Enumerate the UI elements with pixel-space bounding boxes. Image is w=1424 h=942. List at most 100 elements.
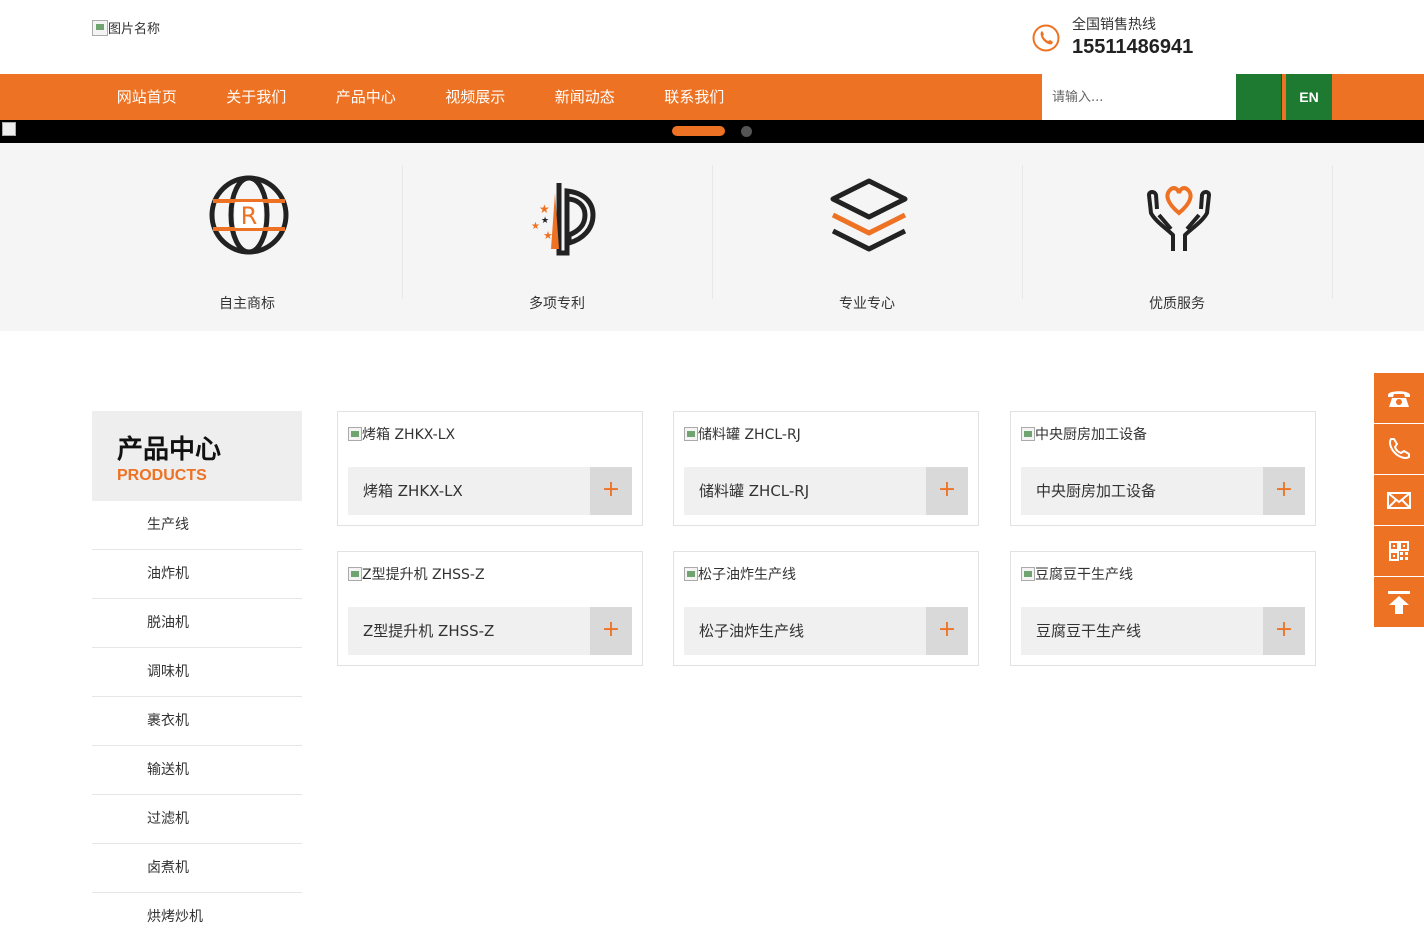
category-item[interactable]: 烘烤炒机	[92, 893, 302, 942]
patent-icon: ★ ★ ★ ★	[531, 183, 596, 256]
hotline-number: 15511486941	[1072, 36, 1194, 58]
product-name: 储料罐 ZHCL-RJ	[699, 482, 810, 500]
category-item[interactable]: 过滤机	[92, 795, 302, 844]
broken-image-icon	[684, 427, 698, 441]
feature-label: 专业专心	[839, 296, 895, 312]
qrcode-icon	[1389, 541, 1409, 561]
product-link[interactable]: 烤箱 ZHKX-LX +	[348, 467, 632, 515]
plus-icon[interactable]: +	[590, 467, 632, 515]
float-qrcode-button[interactable]	[1374, 526, 1424, 576]
product-image[interactable]: 中央厨房加工设备	[1021, 424, 1147, 444]
product-image-alt: 豆腐豆干生产线	[1035, 567, 1133, 583]
feature-label: 优质服务	[1149, 296, 1205, 312]
product-image-alt: Z型提升机 ZHSS-Z	[362, 567, 485, 583]
category-title: 产品中心	[117, 435, 222, 465]
back-to-top-icon	[1388, 591, 1410, 614]
layers-icon	[830, 178, 908, 252]
search-input[interactable]	[1042, 74, 1236, 120]
category-subtitle: PRODUCTS	[117, 467, 207, 484]
broken-image-icon	[2, 122, 16, 136]
float-email-button[interactable]	[1374, 475, 1424, 525]
product-image[interactable]: 烤箱 ZHKX-LX	[348, 424, 455, 444]
category-item[interactable]: 裹衣机	[92, 697, 302, 746]
nav-contact[interactable]: 联系我们	[640, 74, 750, 120]
heart-hands-icon	[1147, 186, 1211, 251]
feature-trademark: R 自主商标	[92, 165, 402, 312]
email-icon	[1387, 492, 1411, 509]
product-card[interactable]: 中央厨房加工设备 中央厨房加工设备 +	[1010, 411, 1316, 526]
broken-image-icon	[348, 427, 362, 441]
back-to-top-button[interactable]	[1374, 577, 1424, 627]
plus-icon[interactable]: +	[590, 607, 632, 655]
trademark-globe-icon: R	[209, 175, 289, 255]
category-item[interactable]: 调味机	[92, 648, 302, 697]
product-link[interactable]: 豆腐豆干生产线 +	[1021, 607, 1305, 655]
product-card[interactable]: 松子油炸生产线 松子油炸生产线 +	[673, 551, 979, 666]
broken-image-icon	[1021, 427, 1035, 441]
nav-products[interactable]: 产品中心	[311, 74, 421, 120]
category-item[interactable]: 脱油机	[92, 599, 302, 648]
category-item[interactable]: 输送机	[92, 746, 302, 795]
category-item[interactable]: 卤煮机	[92, 844, 302, 893]
plus-icon[interactable]: +	[926, 607, 968, 655]
broken-image-icon	[348, 567, 362, 581]
product-image[interactable]: 豆腐豆干生产线	[1021, 564, 1133, 584]
product-link[interactable]: 松子油炸生产线 +	[684, 607, 968, 655]
product-image[interactable]: Z型提升机 ZHSS-Z	[348, 564, 485, 584]
search-button[interactable]	[1236, 74, 1282, 120]
product-name: 中央厨房加工设备	[1036, 482, 1157, 500]
category-list: 生产线 油炸机 脱油机 调味机 裹衣机 输送机 过滤机 卤煮机 烘烤炒机	[92, 501, 302, 942]
broken-image-icon	[684, 567, 698, 581]
floating-toolbar	[1374, 373, 1424, 628]
product-card[interactable]: Z型提升机 ZHSS-Z Z型提升机 ZHSS-Z +	[337, 551, 643, 666]
plus-icon[interactable]: +	[1263, 467, 1305, 515]
features-strip: R 自主商标 ★ ★ ★ ★ 多项专利 专业专心 优质服务	[0, 143, 1424, 331]
phone-icon	[1032, 24, 1060, 52]
svg-text:R: R	[241, 202, 258, 230]
slider-dot[interactable]	[741, 126, 752, 137]
svg-text:★: ★	[531, 221, 540, 232]
product-card[interactable]: 烤箱 ZHKX-LX 烤箱 ZHKX-LX +	[337, 411, 643, 526]
product-image-alt: 松子油炸生产线	[698, 567, 796, 583]
product-link[interactable]: 中央厨房加工设备 +	[1021, 467, 1305, 515]
float-phone-button[interactable]	[1374, 424, 1424, 474]
language-button[interactable]: EN	[1286, 74, 1332, 120]
hotline: 全国销售热线 15511486941	[1032, 16, 1193, 60]
product-name: Z型提升机 ZHSS-Z	[363, 622, 495, 640]
float-telephone-button[interactable]	[1374, 373, 1424, 423]
category-item[interactable]: 油炸机	[92, 550, 302, 599]
category-item[interactable]: 生产线	[92, 501, 302, 550]
nav-news[interactable]: 新闻动态	[530, 74, 640, 120]
product-name: 烤箱 ZHKX-LX	[363, 482, 463, 500]
product-card[interactable]: 豆腐豆干生产线 豆腐豆干生产线 +	[1010, 551, 1316, 666]
feature-label: 多项专利	[529, 296, 585, 312]
slider-dot-active[interactable]	[672, 126, 725, 136]
feature-label: 自主商标	[219, 296, 275, 312]
svg-text:★: ★	[541, 216, 549, 226]
product-image[interactable]: 储料罐 ZHCL-RJ	[684, 424, 801, 444]
logo[interactable]: 图片名称	[92, 18, 160, 37]
product-image-alt: 中央厨房加工设备	[1035, 427, 1147, 443]
divider	[1332, 165, 1333, 299]
nav-videos[interactable]: 视频展示	[421, 74, 531, 120]
nav-about[interactable]: 关于我们	[202, 74, 312, 120]
product-image-alt: 烤箱 ZHKX-LX	[362, 427, 456, 443]
svg-text:★: ★	[539, 202, 550, 216]
hotline-label: 全国销售热线	[1072, 17, 1156, 33]
product-name: 豆腐豆干生产线	[1036, 622, 1142, 640]
product-link[interactable]: 储料罐 ZHCL-RJ +	[684, 467, 968, 515]
product-image-alt: 储料罐 ZHCL-RJ	[698, 427, 801, 443]
product-link[interactable]: Z型提升机 ZHSS-Z +	[348, 607, 632, 655]
product-image[interactable]: 松子油炸生产线	[684, 564, 796, 584]
broken-image-icon	[92, 19, 108, 36]
category-header: 产品中心 PRODUCTS	[92, 411, 302, 501]
logo-alt-text: 图片名称	[108, 22, 161, 37]
product-name: 松子油炸生产线	[699, 622, 805, 640]
broken-image-icon	[1021, 567, 1035, 581]
product-card[interactable]: 储料罐 ZHCL-RJ 储料罐 ZHCL-RJ +	[673, 411, 979, 526]
svg-text:★: ★	[543, 229, 553, 242]
nav-home[interactable]: 网站首页	[92, 74, 202, 120]
plus-icon[interactable]: +	[926, 467, 968, 515]
plus-icon[interactable]: +	[1263, 607, 1305, 655]
telephone-icon	[1388, 391, 1410, 407]
